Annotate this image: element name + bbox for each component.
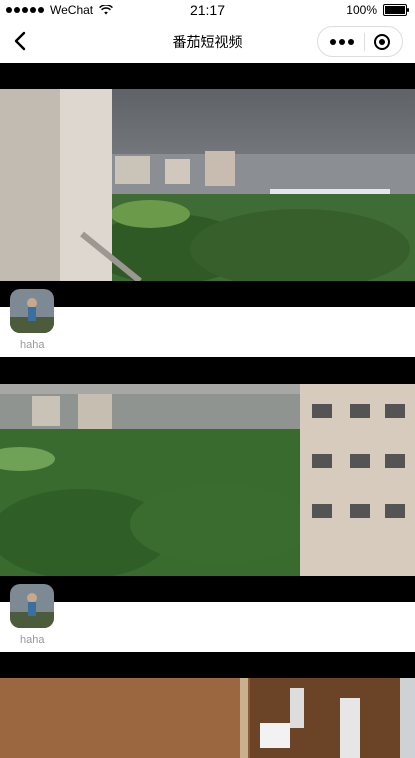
navigation-bar: 番茄短视频 — [0, 20, 415, 63]
video-thumbnail — [0, 678, 415, 758]
close-mini-program-button[interactable] — [374, 33, 390, 50]
status-right: 100% — [346, 3, 409, 17]
battery-icon — [383, 4, 409, 16]
author-username: haha — [20, 339, 45, 351]
video-player[interactable] — [0, 384, 415, 576]
divider — [0, 63, 415, 89]
author-row: haha — [0, 584, 415, 652]
divider — [0, 357, 415, 384]
author-avatar[interactable] — [10, 584, 54, 628]
divider — [0, 652, 415, 678]
author-row: haha — [0, 289, 415, 357]
more-options-button[interactable] — [330, 38, 354, 45]
video-player[interactable] — [0, 678, 415, 758]
divider — [0, 576, 415, 602]
capsule-divider — [363, 32, 365, 51]
battery-percent: 100% — [346, 3, 377, 17]
video-thumbnail — [0, 89, 415, 281]
video-player[interactable] — [0, 89, 415, 281]
divider — [0, 281, 415, 307]
avatar-image — [10, 289, 54, 333]
video-feed: haha haha — [0, 63, 415, 758]
author-username: haha — [20, 634, 45, 646]
author-avatar[interactable] — [10, 289, 54, 333]
avatar-image — [10, 584, 54, 628]
status-bar: WeChat 21:17 100% — [0, 0, 415, 20]
mini-program-capsule — [317, 26, 403, 57]
video-thumbnail — [0, 384, 415, 576]
